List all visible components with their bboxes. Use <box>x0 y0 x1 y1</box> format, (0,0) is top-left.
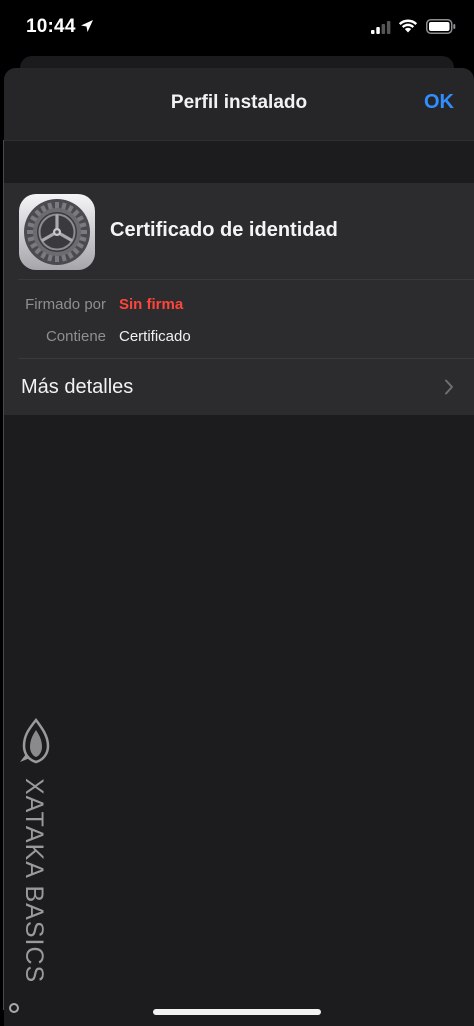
more-details-label: Más detalles <box>21 376 134 398</box>
chevron-right-icon <box>445 379 453 395</box>
home-indicator[interactable] <box>153 1009 321 1015</box>
xataka-logo-icon <box>20 717 50 764</box>
divider <box>18 279 474 280</box>
xataka-basics-watermark: XATAKA BASICS <box>12 717 56 988</box>
watermark-text: XATAKA BASICS <box>20 778 48 984</box>
phone-screen: 10:44 Perfil instalado OK Certificado de… <box>0 0 474 1026</box>
settings-gear-icon <box>19 194 95 270</box>
page-title: Perfil instalado <box>170 92 308 113</box>
signed-by-label: Firmado por <box>25 296 106 313</box>
ok-button[interactable]: OK <box>424 91 454 114</box>
contains-value: Certificado <box>119 328 191 345</box>
status-bar: 10:44 <box>0 0 474 58</box>
cellular-signal-icon <box>371 21 391 34</box>
edge-line <box>3 140 4 1010</box>
navigation-bar: Perfil instalado OK <box>4 68 474 141</box>
installed-profile-sheet: Perfil instalado OK Certificado de ident… <box>4 68 474 1026</box>
contains-label: Contiene <box>45 328 106 345</box>
wifi-icon <box>398 19 418 33</box>
battery-icon <box>426 19 456 34</box>
location-arrow-icon <box>81 20 93 32</box>
edge-dot <box>9 1003 19 1013</box>
profile-info-group: Certificado de identidad Firmado por Sin… <box>4 183 474 415</box>
more-details-row[interactable]: Más detalles <box>4 359 474 415</box>
status-time: 10:44 <box>26 16 76 37</box>
signed-by-value: Sin firma <box>119 296 184 313</box>
profile-name: Certificado de identidad <box>110 219 338 241</box>
